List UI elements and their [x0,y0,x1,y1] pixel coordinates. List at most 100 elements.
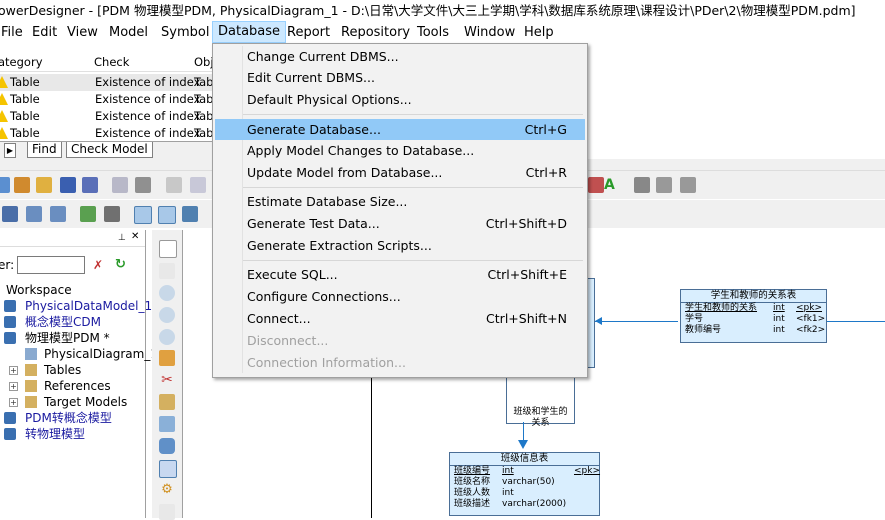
print-icon[interactable] [135,177,151,193]
menu-symbol[interactable]: Symbol [156,22,214,44]
save-icon[interactable] [60,177,76,193]
redo-icon[interactable] [680,177,696,193]
menu-item-disconnect[interactable]: Disconnect... [215,330,585,351]
window-title: owerDesigner - [PDM 物理模型PDM, PhysicalDia… [0,3,856,18]
menu-tools[interactable]: Tools [412,22,454,44]
tree-item-physical-diagram[interactable]: PhysicalDiagram_1 [44,347,158,362]
zoom-in-icon[interactable] [159,285,175,301]
tree-item-tables[interactable]: Tables [44,363,81,378]
result-row[interactable]: Table Existence of index Tab [0,91,215,108]
menu-edit[interactable]: Edit [27,22,62,44]
menu-item-generate-extraction-scripts[interactable]: Generate Extraction Scripts... [215,235,585,256]
scroll-tab-right-icon[interactable]: ▶ [4,143,16,158]
browser-close-icon[interactable]: ✕ [131,232,141,242]
column-name: 班级名称 [454,477,491,487]
result-list-icon[interactable] [182,206,198,222]
column-header-check[interactable]: Check [94,53,129,71]
folder-icon[interactable] [36,177,52,193]
column-name: 班级人数 [454,488,491,498]
table-icon[interactable] [159,416,175,432]
menu-report[interactable]: Report [282,22,335,44]
menu-item-connect[interactable]: Connect... Ctrl+Shift+N [215,308,585,329]
print-preview-icon[interactable] [112,177,128,193]
column-name: 学号 [685,314,704,324]
menu-repository[interactable]: Repository [336,22,415,44]
cut-icon[interactable] [166,177,182,193]
output-toggle-icon[interactable] [158,206,176,224]
package-icon[interactable] [159,394,175,410]
expand-icon[interactable]: + [9,366,18,375]
menu-item-shortcut: Ctrl+Shift+E [487,267,568,282]
menu-item-shortcut: Ctrl+G [524,122,567,137]
zoom-out-icon[interactable] [159,307,175,323]
column-header-category[interactable]: ategory [0,53,43,71]
font-icon[interactable]: A [604,177,620,193]
entity-student-teacher[interactable]: 学生和教师的关系表 学生和教师的关系 int <pk> 学号 int <fk1> 教师编… [680,289,827,343]
grid-icon[interactable] [2,206,18,222]
menu-help[interactable]: Help [519,22,559,44]
menu-item-execute-sql[interactable]: Execute SQL... Ctrl+Shift+E [215,264,585,285]
tree-item-to-physical-model[interactable]: 转物理模型 [25,427,85,442]
menu-item-shortcut: Ctrl+Shift+D [485,216,567,231]
view-icon[interactable] [159,438,175,454]
result-row[interactable]: Table Existence of index Tab [0,74,215,91]
relationship-box[interactable]: 班级和学生的 关系 [506,376,575,428]
menu-item-edit-dbms[interactable]: Edit Current DBMS... [215,67,585,88]
menu-item-configure-connections[interactable]: Configure Connections... [215,286,585,307]
pointer-icon[interactable] [159,240,177,258]
folder-icon [25,364,37,376]
tree-item-references[interactable]: References [44,379,111,394]
open-package-icon[interactable] [159,329,175,345]
tree-item-workspace[interactable]: Workspace [6,283,72,298]
entity-class-info[interactable]: 班级信息表 班级编号 int <pk> 班级名称 varchar(50) 班级人数 in… [449,452,600,516]
layout-icon[interactable] [50,206,66,222]
menu-item-apply-model-changes[interactable]: Apply Model Changes to Database... [215,140,585,161]
refresh-icon[interactable]: ↻ [115,257,126,272]
menu-item-label: Configure Connections... [247,289,401,304]
link-icon[interactable] [588,177,604,193]
tree-item-pdm-to-cdm[interactable]: PDM转概念模型 [25,411,112,426]
filter-input[interactable] [17,256,85,274]
menu-window[interactable]: Window [459,22,520,44]
format-painter-icon[interactable] [634,177,650,193]
menu-item-generate-database[interactable]: Generate Database... Ctrl+G [215,119,585,140]
menu-item-generate-test-data[interactable]: Generate Test Data... Ctrl+Shift+D [215,213,585,234]
menu-database[interactable]: Database [212,21,287,43]
result-row[interactable]: Table Existence of index Tab [0,125,215,142]
check-model-icon[interactable] [80,206,96,222]
menu-item-default-physical-options[interactable]: Default Physical Options... [215,89,585,110]
open-icon[interactable] [14,177,30,193]
procedure-icon[interactable]: ⚙ [159,482,175,498]
menu-model[interactable]: Model [104,22,153,44]
page-icon[interactable] [26,206,42,222]
menu-file[interactable]: File [0,22,28,44]
new-model-icon[interactable] [0,177,10,193]
undo-icon[interactable] [656,177,672,193]
row-check: Existence of index [95,126,201,140]
clear-filter-icon[interactable]: ✗ [93,258,103,272]
copy-icon[interactable] [190,177,206,193]
generate-icon[interactable] [104,206,120,222]
properties-icon[interactable] [159,350,175,366]
tab-check-model[interactable]: Check Model [66,142,153,158]
tree-item-physical-data-model[interactable]: PhysicalDataModel_1 [25,299,152,314]
delete-icon[interactable]: ✂ [159,372,175,388]
browser-toggle-icon[interactable] [134,206,152,224]
tree-item-cdm[interactable]: 概念模型CDM [25,315,101,330]
expand-icon[interactable]: + [9,382,18,391]
menu-item-estimate-size[interactable]: Estimate Database Size... [215,191,585,212]
menu-item-change-dbms[interactable]: Change Current DBMS... [215,46,585,67]
tree-item-pdm[interactable]: 物理模型PDM * [25,331,110,346]
expand-icon[interactable]: + [9,398,18,407]
result-row[interactable]: Table Existence of index Tab [0,108,215,125]
menu-view[interactable]: View [62,22,103,44]
reference-icon[interactable] [159,460,177,478]
menu-item-connection-information[interactable]: Connection Information... [215,352,585,373]
column-header-object[interactable]: Obj [194,53,214,71]
save-all-icon[interactable] [82,177,98,193]
menu-item-update-model[interactable]: Update Model from Database... Ctrl+R [215,162,585,183]
tab-find[interactable]: Find [27,142,62,158]
tree-item-target-models[interactable]: Target Models [44,395,127,410]
row-category: Table [10,75,40,89]
grabber-icon[interactable] [159,263,175,279]
